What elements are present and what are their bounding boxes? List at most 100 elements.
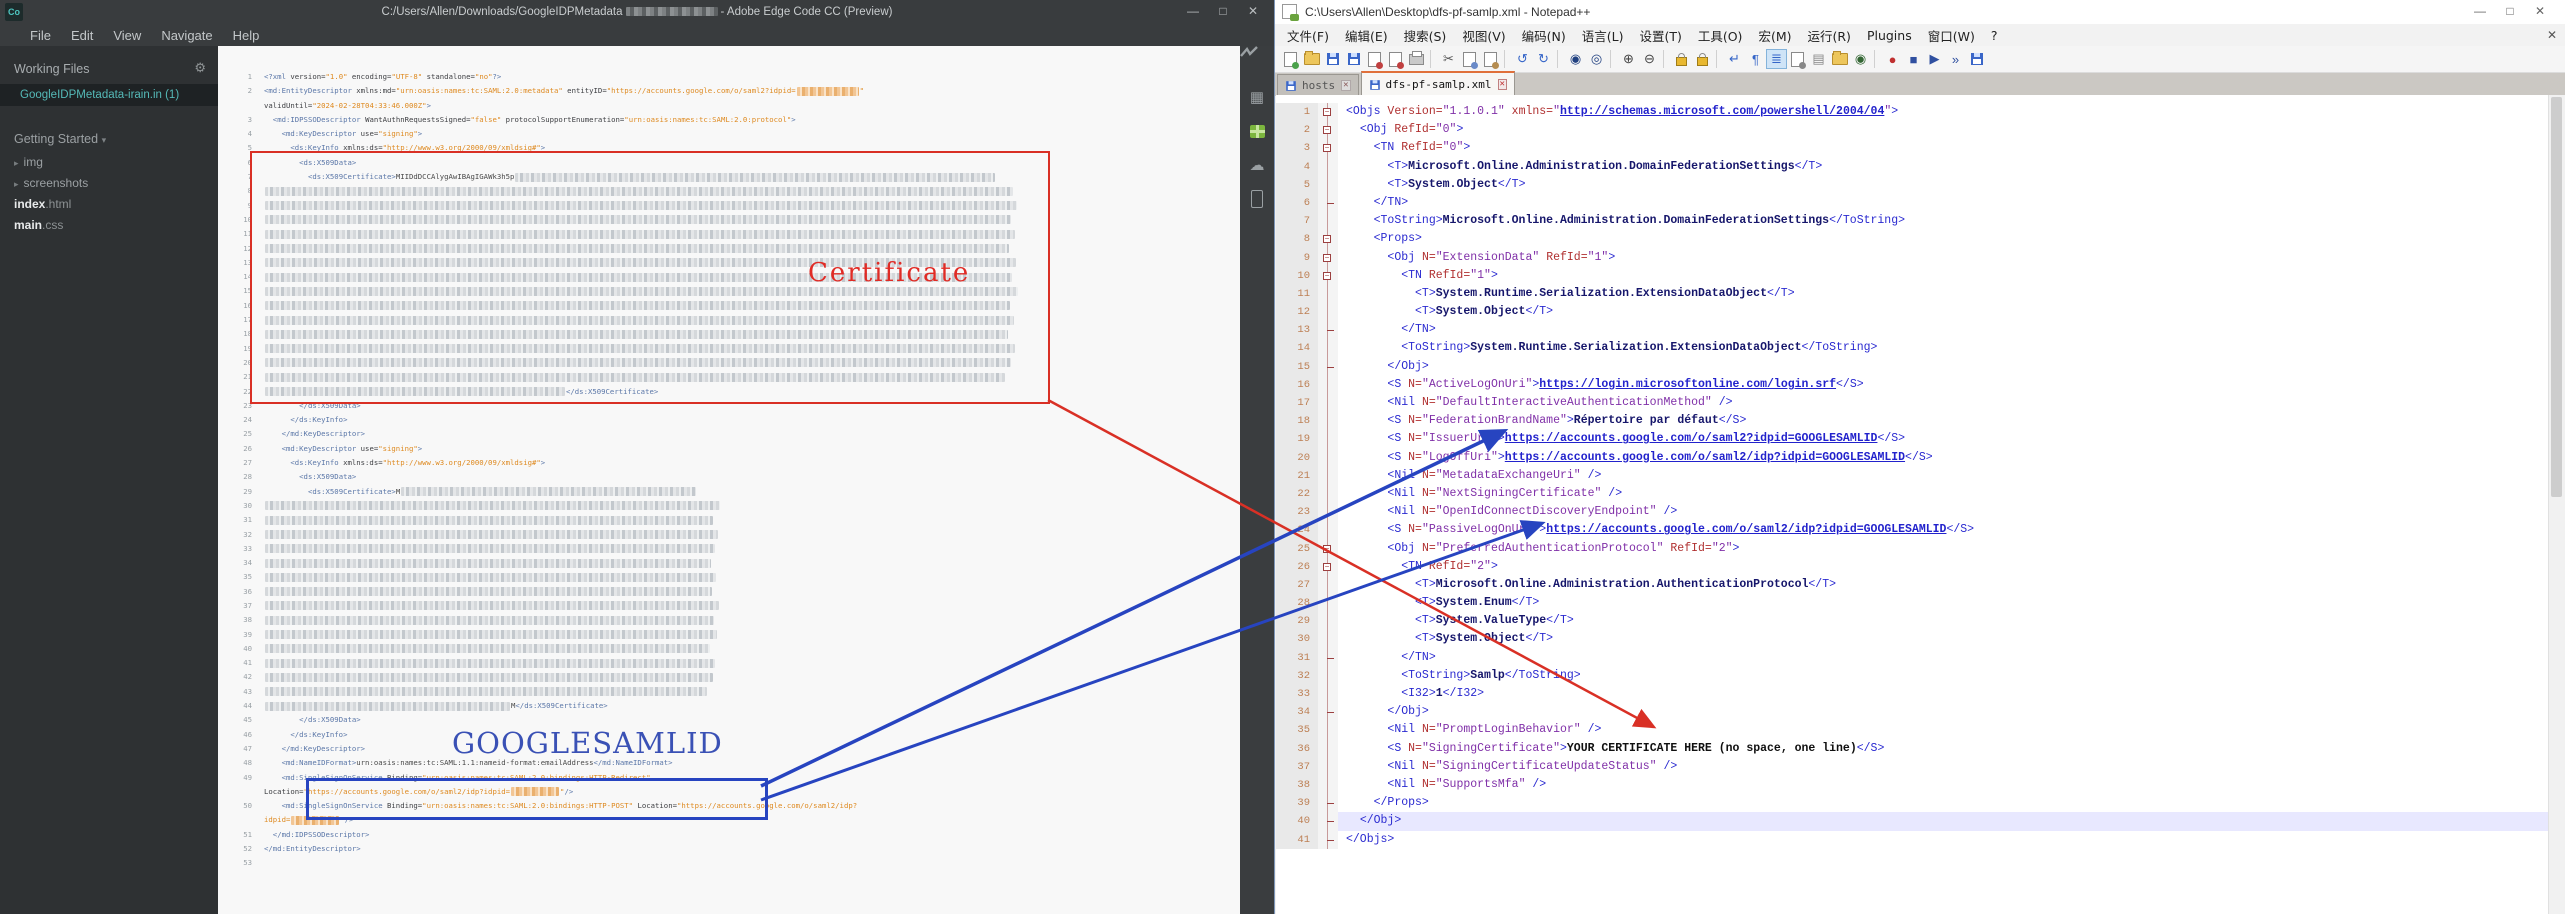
menu-item-e[interactable]: 编辑(E) bbox=[1337, 26, 1396, 45]
fold-margin[interactable] bbox=[1318, 284, 1338, 304]
fold-margin[interactable] bbox=[1318, 484, 1338, 504]
macro-save-icon[interactable] bbox=[1966, 49, 1987, 69]
notepadpp-editor[interactable]: 1− <Objs Version="1.1.0.1" xmlns="http://… bbox=[1276, 95, 2548, 914]
code-line[interactable]: 15 bbox=[218, 284, 1240, 298]
menu-item-edit[interactable]: Edit bbox=[61, 28, 103, 43]
tab-close-icon[interactable]: ✕ bbox=[1341, 80, 1351, 91]
code-line[interactable]: 5 <ds:KeyInfo xmlns:ds="http://www.w3.or… bbox=[218, 141, 1240, 155]
code-line[interactable]: 37 <Nil N="SigningCertificateUpdateStatu… bbox=[1276, 757, 2548, 776]
fold-margin[interactable] bbox=[1318, 430, 1338, 449]
code-line[interactable]: 49 <md:SingleSignOnService Binding="urn:… bbox=[218, 771, 1240, 785]
code-line[interactable]: 21 bbox=[218, 370, 1240, 384]
code-line[interactable]: 23 <Nil N="OpenIdConnectDiscoveryEndpoin… bbox=[1276, 503, 2548, 522]
fold-margin[interactable] bbox=[1318, 721, 1338, 740]
code-line[interactable]: 28 <T>System.Enum</T> bbox=[1276, 594, 2548, 613]
show-all-chars-icon[interactable]: ¶ bbox=[1745, 49, 1766, 69]
code-line[interactable]: 7 <ds:X509Certificate>MIIDdDCCAlygAwIBAg… bbox=[218, 170, 1240, 184]
fold-margin[interactable]: − bbox=[1318, 230, 1338, 249]
minimize-icon[interactable]: — bbox=[1178, 0, 1208, 24]
code-line[interactable]: 38 <Nil N="SupportsMfa" /> bbox=[1276, 775, 2548, 795]
code-line[interactable]: 40 </Obj> bbox=[1276, 812, 2548, 831]
code-line[interactable]: 46 </ds:KeyInfo> bbox=[218, 728, 1240, 742]
paste-icon[interactable] bbox=[1480, 49, 1501, 69]
code-line[interactable]: 34 bbox=[218, 556, 1240, 570]
maximize-icon[interactable]: □ bbox=[1208, 0, 1238, 24]
save-icon[interactable] bbox=[1322, 49, 1343, 69]
code-line[interactable]: 13 </TN> bbox=[1276, 321, 2548, 340]
code-line[interactable]: 40 bbox=[218, 642, 1240, 656]
fold-margin[interactable] bbox=[1318, 594, 1338, 613]
menu-item-f[interactable]: 文件(F) bbox=[1279, 26, 1337, 45]
save-all-icon[interactable] bbox=[1343, 49, 1364, 69]
code-line[interactable]: validUntil="2024-02-28T04:33:46.000Z"> bbox=[218, 99, 1240, 113]
sidebar-item-index[interactable]: index.html bbox=[0, 194, 218, 215]
code-line[interactable]: 16 <S N="ActiveLogOnUri">https://login.m… bbox=[1276, 375, 2548, 394]
code-line[interactable]: 4 <md:KeyDescriptor use="signing"> bbox=[218, 127, 1240, 141]
code-line[interactable]: 20 bbox=[218, 356, 1240, 370]
tab-hosts[interactable]: hosts ✕ bbox=[1277, 74, 1359, 96]
code-line[interactable]: 6 </TN> bbox=[1276, 193, 2548, 213]
folder-workspace-icon[interactable] bbox=[1829, 49, 1850, 69]
sync-horizontal-icon[interactable] bbox=[1692, 49, 1713, 69]
code-line[interactable]: 25 </md:KeyDescriptor> bbox=[218, 427, 1240, 441]
tab-dfs-pf-samlp.xml[interactable]: dfs-pf-samlp.xml ✕ bbox=[1360, 71, 1515, 96]
code-line[interactable]: 27 <ds:KeyInfo xmlns:ds="http://www.w3.o… bbox=[218, 456, 1240, 470]
open-file-icon[interactable] bbox=[1301, 49, 1322, 69]
code-line[interactable]: 16 bbox=[218, 299, 1240, 313]
code-line[interactable]: 19 bbox=[218, 342, 1240, 356]
menu-item-v[interactable]: 视图(V) bbox=[1454, 26, 1513, 45]
zoom-in-icon[interactable]: ⊕ bbox=[1618, 49, 1639, 69]
code-line[interactable]: 29 <ds:X509Certificate>M bbox=[218, 485, 1240, 499]
fold-margin[interactable]: − bbox=[1318, 103, 1338, 122]
code-line[interactable]: Location="https://accounts.google.com/o/… bbox=[218, 785, 1240, 799]
code-line[interactable]: 39 </Props> bbox=[1276, 794, 2548, 813]
menu-item-file[interactable]: File bbox=[20, 28, 61, 43]
fold-margin[interactable] bbox=[1318, 575, 1338, 595]
code-line[interactable]: 29 <T>System.ValueType</T> bbox=[1276, 612, 2548, 631]
code-line[interactable]: 38 bbox=[218, 613, 1240, 627]
fold-margin[interactable] bbox=[1318, 321, 1338, 340]
menu-item-t[interactable]: 设置(T) bbox=[1631, 26, 1689, 45]
code-line[interactable]: 15 </Obj> bbox=[1276, 357, 2548, 376]
code-line[interactable]: 25− <Obj N="PreferredAuthenticationProto… bbox=[1276, 539, 2548, 558]
code-line[interactable]: 9− <Obj N="ExtensionData" RefId="1"> bbox=[1276, 248, 2548, 267]
indent-guide-icon[interactable]: ≣ bbox=[1766, 49, 1787, 69]
menu-item-o[interactable]: 工具(O) bbox=[1690, 26, 1751, 45]
menu-item-view[interactable]: View bbox=[103, 28, 151, 43]
vertical-scrollbar[interactable] bbox=[2548, 95, 2565, 914]
code-line[interactable]: 19 <S N="IssuerUri">https://accounts.goo… bbox=[1276, 430, 2548, 449]
copy-icon[interactable] bbox=[1459, 49, 1480, 69]
code-line[interactable]: 30 <T>System.Object</T> bbox=[1276, 630, 2548, 649]
fold-margin[interactable] bbox=[1318, 612, 1338, 631]
cut-icon[interactable]: ✂ bbox=[1438, 49, 1459, 69]
code-line[interactable]: 3 <md:IDPSSODescriptor WantAuthnRequests… bbox=[218, 113, 1240, 127]
replace-icon[interactable]: ◎ bbox=[1586, 49, 1607, 69]
code-line[interactable]: 34 </Obj> bbox=[1276, 703, 2548, 722]
code-line[interactable]: 36 <S N="SigningCertificate">YOUR CERTIF… bbox=[1276, 739, 2548, 758]
fold-margin[interactable] bbox=[1318, 739, 1338, 758]
code-line[interactable]: 23 </ds:X509Data> bbox=[218, 399, 1240, 413]
code-line[interactable]: 35 <Nil N="PromptLoginBehavior" /> bbox=[1276, 721, 2548, 740]
code-line[interactable]: idpid= "/> bbox=[218, 813, 1240, 827]
code-line[interactable]: 18 bbox=[218, 327, 1240, 341]
find-icon[interactable]: ◉ bbox=[1565, 49, 1586, 69]
code-line[interactable]: 1 <?xml version="1.0" encoding="UTF-8" st… bbox=[218, 70, 1240, 84]
word-wrap-icon[interactable]: ↵ bbox=[1724, 49, 1745, 69]
menu-item-l[interactable]: 语言(L) bbox=[1574, 26, 1632, 45]
code-line[interactable]: 24 </ds:KeyInfo> bbox=[218, 413, 1240, 427]
menu-item-r[interactable]: 运行(R) bbox=[1799, 26, 1858, 45]
print-icon[interactable] bbox=[1406, 49, 1427, 69]
code-line[interactable]: 30 bbox=[218, 499, 1240, 513]
sidebar-item-main[interactable]: main.css bbox=[0, 215, 218, 236]
menu-item-s[interactable]: 搜索(S) bbox=[1396, 26, 1455, 45]
code-line[interactable]: 14 <ToString>System.Runtime.Serializatio… bbox=[1276, 339, 2548, 358]
fold-margin[interactable]: − bbox=[1318, 539, 1338, 558]
code-line[interactable]: 43 bbox=[218, 685, 1240, 699]
code-line[interactable]: 2− <Obj RefId="0"> bbox=[1276, 121, 2548, 140]
code-line[interactable]: 2 <md:EntityDescriptor xmlns:md="urn:oasi… bbox=[218, 84, 1240, 98]
fold-margin[interactable] bbox=[1318, 193, 1338, 213]
maximize-icon[interactable]: □ bbox=[2495, 0, 2525, 24]
fold-margin[interactable] bbox=[1318, 303, 1338, 322]
extension-brick-icon[interactable]: ▦ bbox=[1240, 80, 1274, 114]
code-line[interactable]: 50 <md:SingleSignOnService Binding="urn:… bbox=[218, 799, 1240, 813]
